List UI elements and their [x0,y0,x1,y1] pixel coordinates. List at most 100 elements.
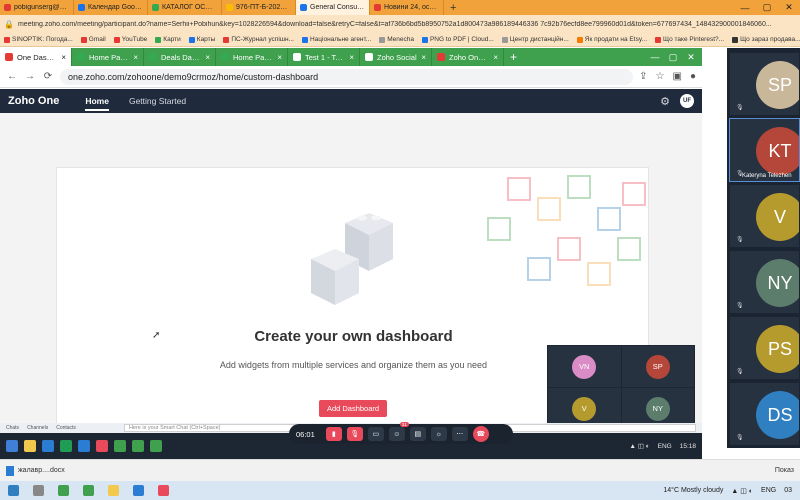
word-icon[interactable] [78,440,90,452]
tray-icons[interactable]: ▲ ◫ ◐ [630,442,650,450]
inner-tab[interactable]: Test 1 - Tasks × [288,48,360,66]
inner-tab[interactable]: Home Page - ... × [72,48,144,66]
more-options-icon[interactable]: ⋯ [451,427,468,441]
bookmark-item[interactable]: Що зараз продава... [732,36,800,43]
minimize-icon[interactable]: — [648,51,662,63]
participant-tile[interactable]: V 🎙 [729,184,800,248]
clock[interactable]: 03 [784,487,792,494]
close-tab-icon[interactable]: × [205,53,210,62]
bookmark-item[interactable]: SINOPTIK: Погода... [4,36,73,43]
meeting-participant-tile[interactable]: SP [621,346,694,387]
end-call-icon[interactable]: ☎ [472,426,489,442]
contacts-tab[interactable]: Contacts [56,425,76,431]
gear-icon[interactable]: ⚙ [660,95,670,108]
download-item[interactable]: жалавр....docx [6,465,65,476]
bookmark-item[interactable]: Gmail [80,36,106,43]
outer-tab[interactable]: pobigunserg@gmail. [0,0,74,15]
chats-tab[interactable]: Chats [6,425,19,431]
maximize-icon[interactable]: ▢ [666,51,680,63]
lock-icon[interactable]: 🔒 [4,20,14,29]
reactions-icon[interactable]: ☼ [430,427,447,441]
forward-icon[interactable]: → [24,71,36,82]
outer-url[interactable]: meeting.zoho.com/meeting/participant.do?… [18,21,796,28]
bookmark-item[interactable]: Як продати на Etsy... [576,36,647,43]
reload-icon[interactable]: ⟳ [42,71,54,82]
close-tab-icon[interactable]: × [133,53,138,62]
close-tab-icon[interactable]: × [421,53,426,62]
bookmark-item[interactable]: Національне агент... [301,36,371,43]
inner-url[interactable]: one.zoho.com/zohoone/demo9crmoz/home/cus… [60,68,634,85]
word-icon[interactable] [42,440,54,452]
explorer-icon[interactable] [108,485,119,496]
share-icon[interactable]: ⇪ [639,71,647,82]
meeting-participant-tile[interactable]: VN [548,346,621,387]
participant-tile[interactable]: KT 🎙 Kateryna Telezhen [729,118,800,182]
participant-tile[interactable]: PS 🎙 [729,316,800,380]
close-icon[interactable]: ✕ [778,0,800,15]
bookmark-item[interactable]: ПС-Журнал успішн... [223,36,294,43]
extensions-icon[interactable]: ▣ [673,71,682,82]
new-tab-button[interactable]: + [444,0,462,15]
back-icon[interactable]: ← [6,71,18,82]
participant-tile[interactable]: DS 🎙 [729,382,800,446]
inner-tab[interactable]: Deals Dashbo... × [144,48,216,66]
language-indicator[interactable]: ENG [658,443,672,450]
outer-tab[interactable]: Календар Google - Деталі події [74,0,148,15]
bookmark-item[interactable]: Що таке Pinterest?... [655,36,724,43]
inner-tab-active[interactable]: One Dashboard × [0,48,72,66]
outer-tab-active[interactable]: General Consultation with C [296,0,370,15]
bookmark-item[interactable]: Центр дистанційн... [501,36,569,43]
inner-tab[interactable]: Zoho Social × [360,48,432,66]
powerpoint-icon[interactable] [96,440,108,452]
new-tab-button[interactable]: + [504,48,523,66]
chrome-icon[interactable] [83,485,94,496]
channels-tab[interactable]: Channels [27,425,48,431]
chat-icon[interactable]: ▤ [409,427,426,441]
participant-tile[interactable]: SP 🎙 [729,52,800,116]
participant-tile[interactable]: NY 🎙 [729,250,800,314]
nav-home[interactable]: Home [85,89,109,113]
tray-icons[interactable]: ▲ ◫ ◐ [731,487,753,495]
star-icon[interactable]: ☆ [656,71,665,82]
minimize-icon[interactable]: — [734,0,756,15]
bookmark-item[interactable]: Карты [188,36,215,43]
add-dashboard-button[interactable]: Add Dashboard [319,400,387,417]
chrome-icon[interactable] [150,440,162,452]
chrome-icon[interactable] [58,485,69,496]
inner-tab[interactable]: Home Page - ... × [216,48,288,66]
profile-icon[interactable]: ● [690,71,696,82]
mic-off-icon[interactable]: 🎙 [346,427,363,441]
language-indicator[interactable]: ENG [761,487,776,494]
outer-tab[interactable]: Новини 24, останні події, свіжі [370,0,444,15]
clock[interactable]: 15:18 [680,443,696,450]
nav-getting-started[interactable]: Getting Started [129,89,186,113]
word-icon[interactable] [133,485,144,496]
task-view-icon[interactable] [33,485,44,496]
explorer-icon[interactable] [24,440,36,452]
show-all-downloads[interactable]: Показ [775,467,794,474]
close-tab-icon[interactable]: × [277,53,282,62]
zoho-logo[interactable]: Zoho One [8,95,59,107]
bookmark-item[interactable]: Menecha [379,36,414,43]
outer-tab[interactable]: 976-ПТ-Б-2021.pdf - Google Диск [222,0,296,15]
close-icon[interactable]: ✕ [684,51,698,63]
bookmark-item[interactable]: YouTube [113,36,147,43]
app-icon[interactable] [158,485,169,496]
inner-tab[interactable]: Zoho One - In... × [432,48,504,66]
chrome-icon[interactable] [114,440,126,452]
excel-icon[interactable] [60,440,72,452]
participants-icon[interactable]: ☺ 31 [388,422,409,441]
avatar[interactable]: UF [680,94,694,108]
maximize-icon[interactable]: ▢ [756,0,778,15]
close-tab-icon[interactable]: × [349,53,354,62]
share-screen-icon[interactable]: ▭ [367,427,384,441]
weather-widget[interactable]: 14°C Mostly cloudy [663,487,723,494]
close-tab-icon[interactable]: × [493,53,498,62]
start-icon[interactable] [8,485,19,496]
close-tab-icon[interactable]: × [61,53,66,62]
start-icon[interactable] [6,440,18,452]
outer-tab[interactable]: КАТАЛОГ ОСВІТНІХ ПРОГРАМ [148,0,222,15]
camera-off-icon[interactable]: ▮ [325,427,342,441]
chrome-icon[interactable] [132,440,144,452]
bookmark-item[interactable]: Карти [155,36,181,43]
